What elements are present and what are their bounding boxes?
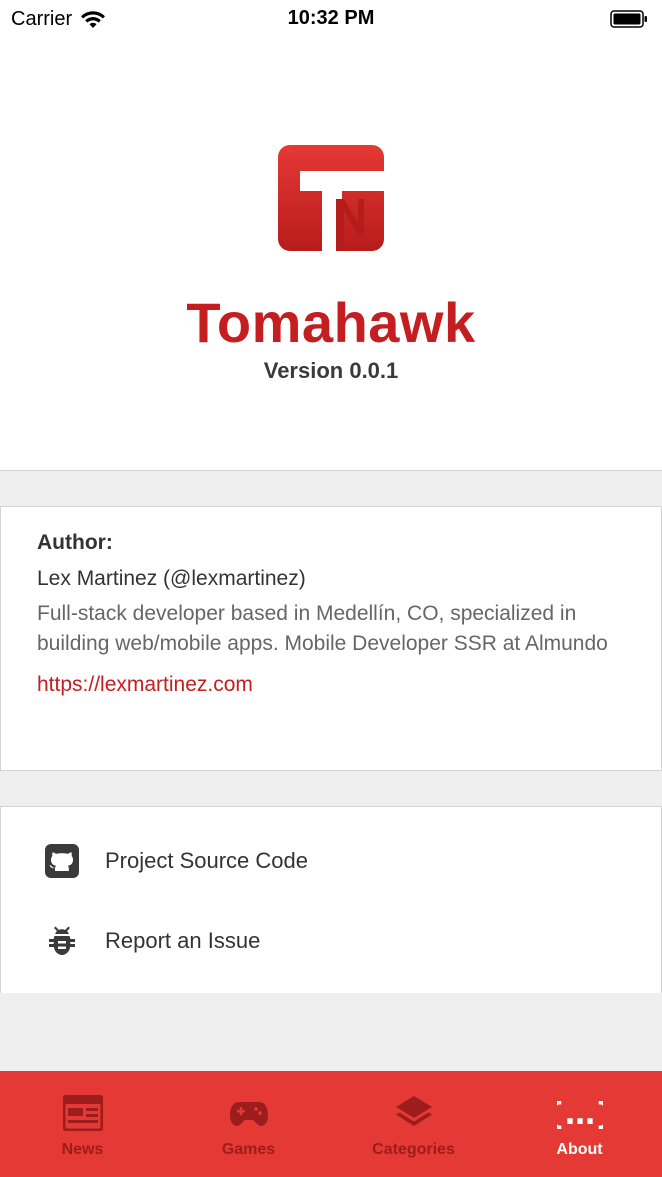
github-icon bbox=[45, 844, 79, 878]
layers-icon bbox=[394, 1093, 434, 1133]
report-issue-label: Report an Issue bbox=[105, 928, 261, 953]
bottom-tab-bar: News Games Categories {…} A bbox=[0, 1071, 662, 1177]
links-card: Project Source Code Report an Issue bbox=[0, 806, 662, 993]
tab-categories-label: Categories bbox=[372, 1141, 455, 1158]
project-source-link[interactable]: Project Source Code bbox=[1, 831, 661, 891]
tab-about-label: About bbox=[556, 1141, 603, 1158]
author-website-link[interactable]: https://lexmartinez.com bbox=[37, 673, 253, 697]
app-name: Tomahawk bbox=[186, 291, 476, 354]
tab-news-label: News bbox=[61, 1141, 104, 1158]
author-label: Author: bbox=[37, 531, 113, 554]
tab-games-label: Games bbox=[221, 1141, 276, 1158]
app-version: Version 0.0.1 bbox=[263, 358, 399, 383]
project-source-label: Project Source Code bbox=[105, 848, 308, 873]
author-card: Author: Lex Martinez (@lexmartinez) Full… bbox=[0, 506, 662, 771]
tab-news[interactable]: News bbox=[0, 1071, 165, 1177]
app-header: Tomahawk Version 0.0.1 bbox=[0, 40, 662, 471]
bug-icon bbox=[45, 924, 79, 958]
status-time: 10:32 PM bbox=[287, 7, 375, 29]
report-issue-link[interactable]: Report an Issue bbox=[1, 911, 661, 971]
gamepad-icon bbox=[229, 1093, 269, 1133]
app-logo bbox=[278, 145, 384, 251]
tab-about[interactable]: {…} About bbox=[497, 1071, 662, 1177]
tab-games[interactable]: Games bbox=[166, 1071, 331, 1177]
tab-categories[interactable]: Categories bbox=[331, 1071, 496, 1177]
code-braces-icon: {…} bbox=[557, 1093, 603, 1133]
author-name: Lex Martinez (@lexmartinez) bbox=[37, 567, 306, 590]
status-bar: Carrier 10:32 PM bbox=[0, 0, 662, 40]
author-bio: Full-stack developer based in Medellín, … bbox=[37, 602, 608, 655]
newspaper-icon bbox=[62, 1093, 103, 1133]
battery-icon bbox=[610, 10, 647, 28]
svg-text:{…}: {…} bbox=[557, 1097, 603, 1132]
